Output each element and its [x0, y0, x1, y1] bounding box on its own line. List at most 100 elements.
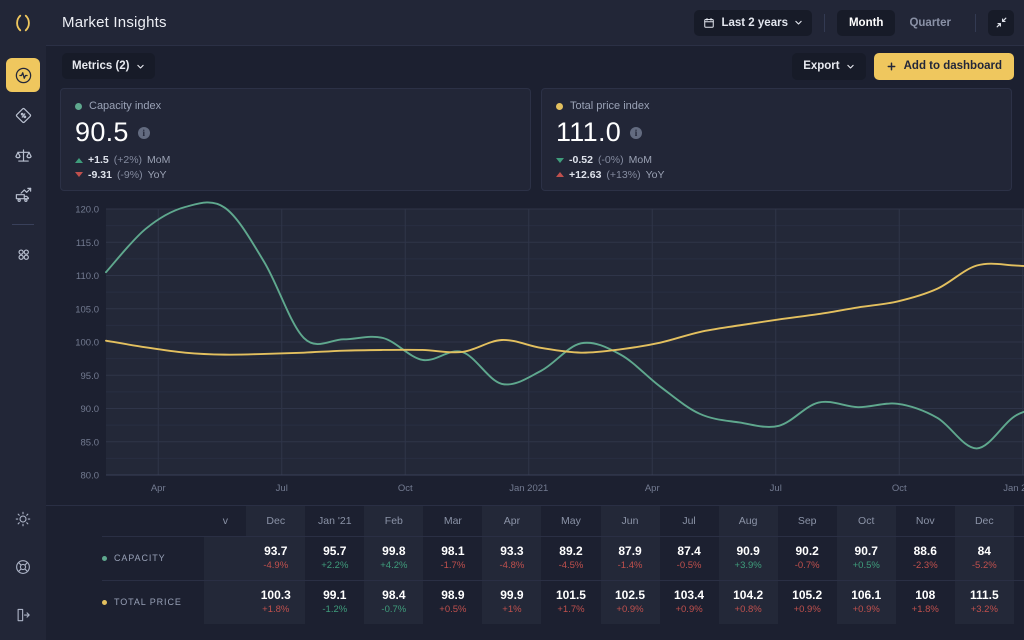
add-to-dashboard-button[interactable]: Add to dashboard — [873, 52, 1014, 80]
life-ring-help-icon — [16, 560, 30, 574]
kpi-value-row: 90.5 i — [75, 117, 516, 148]
table-body: CAPACITY 93.7 -4.9% 95.7 +2.2% 99.8 +4.2% 98.1-… — [102, 536, 1024, 624]
table-cell[interactable]: 90.9 +3.9% — [718, 536, 778, 580]
table-cell[interactable]: 90.2 -0.7% — [778, 536, 837, 580]
table-cell[interactable]: 111.5-0% — [1013, 579, 1024, 624]
delta-pct: (+2%) — [113, 154, 143, 166]
export-button[interactable]: Export — [792, 52, 866, 80]
column-header[interactable]: Aug — [718, 506, 778, 537]
column-header[interactable]: Nov — [895, 506, 955, 537]
date-range-selector[interactable]: Last 2 years — [694, 9, 812, 36]
column-header[interactable]: Jul — [659, 506, 719, 537]
table-cell[interactable]: 89.2 -4.5% — [541, 536, 600, 580]
help-button[interactable] — [6, 550, 40, 584]
granularity-quarter[interactable]: Quarter — [897, 10, 963, 36]
metrics-selector[interactable]: Metrics (2) — [62, 53, 155, 79]
table-cell[interactable]: 93.3 -4.8% — [482, 536, 542, 580]
logout-button[interactable] — [6, 598, 40, 632]
kpi-card-total-price[interactable]: Total price index 111.0 i -0.52 (-0%) Mo… — [541, 88, 1012, 191]
column-header[interactable]: May — [541, 506, 601, 537]
table-cell[interactable]: 90.7 +0.5% — [836, 536, 896, 580]
sidebar-item-commodities[interactable] — [6, 98, 40, 132]
table-cell[interactable]: 100.3 +1.8% — [246, 579, 306, 624]
parentheses-logo[interactable] — [0, 0, 46, 46]
table-cell[interactable]: 101.5 +1.7% — [541, 579, 601, 624]
table-cell[interactable]: 106.1 +0.9% — [836, 579, 896, 624]
info-icon[interactable]: i — [137, 126, 150, 139]
y-axis-tick: 80.0 — [81, 471, 100, 482]
table-cell[interactable]: 98.4 -0.7% — [364, 579, 424, 624]
cell-change: +1.8% — [911, 603, 939, 615]
delta-pct: (-0%) — [597, 154, 624, 166]
cell-change: +0.9% — [675, 603, 703, 615]
add-to-dashboard-label: Add to dashboard — [903, 60, 1002, 72]
sidebar-divider — [12, 224, 34, 225]
collapse-button[interactable] — [988, 9, 1014, 36]
table-cell[interactable]: 88.6 -2.3% — [896, 536, 955, 580]
sidebar-item-freight[interactable] — [6, 178, 40, 212]
sidebar-item-market-insights[interactable] — [6, 58, 40, 92]
y-axis-tick: 120.0 — [75, 205, 99, 216]
table-cell[interactable]: 99.1 -1.2% — [305, 579, 365, 624]
delta-value: -9.31 — [88, 168, 112, 181]
cell-change: -0.7% — [794, 559, 820, 571]
sidebar-item-benchmarks[interactable] — [6, 138, 40, 172]
column-header[interactable]: Apr — [482, 506, 542, 537]
x-axis-tick: Jan 2021 — [509, 483, 548, 494]
kpi-delta-yoy: +12.63 (+13%) YoY — [556, 169, 997, 181]
data-table-container[interactable]: v Dec Jan '21 Feb Mar Apr May Jun Jul Aug Sep Oct No… — [46, 505, 1024, 640]
cell-value: 90.2 — [795, 543, 819, 558]
table-cell[interactable]: 99.8 +4.2% — [364, 536, 424, 580]
table-cell[interactable]: 111.5 +3.2% — [954, 579, 1014, 624]
sidebar-item-apps[interactable] — [6, 237, 40, 271]
table-cell[interactable]: 104.2 +0.8% — [718, 579, 778, 624]
column-header[interactable]: Feb — [364, 506, 424, 537]
table-cell[interactable]: 103.4 +0.9% — [659, 579, 719, 624]
x-axis-tick: Jul — [770, 483, 782, 494]
kpi-card-capacity[interactable]: Capacity index 90.5 i +1.5 (+2%) MoM -9.… — [60, 88, 531, 191]
table-cell[interactable]: 99.9 +1% — [482, 579, 542, 624]
cell-change: +0.9% — [793, 603, 821, 615]
delta-value: +1.5 — [88, 154, 109, 166]
y-axis-tick: 115.0 — [76, 238, 99, 249]
column-header[interactable]: Sep — [777, 506, 837, 537]
table-cell[interactable]: 87.9 -1.4% — [600, 536, 660, 580]
kpi-delta-mom: +1.5 (+2%) MoM — [75, 154, 516, 166]
logout-door-icon — [17, 608, 30, 622]
cell-change: -1.4% — [617, 559, 643, 571]
table-cell[interactable]: 95.7 +2.2% — [305, 536, 364, 580]
column-header[interactable]: Mar — [423, 506, 483, 537]
cell-value: 99.8 — [382, 543, 406, 558]
column-header[interactable]: Oct — [836, 506, 896, 537]
column-header[interactable]: Dec — [246, 506, 306, 537]
cell-change: +0.9% — [852, 603, 880, 615]
column-header-partial[interactable]: v — [204, 506, 247, 537]
granularity-month[interactable]: Month — [836, 9, 896, 36]
delta-period: MoM — [628, 154, 652, 166]
sidebar — [0, 0, 46, 640]
column-header[interactable]: Jun — [600, 506, 660, 537]
table-cell[interactable]: 105.2 +0.9% — [777, 579, 837, 624]
theme-toggle-button[interactable] — [6, 502, 40, 536]
table-cell[interactable]: 98.9 +0.5% — [423, 579, 483, 624]
cell-change: +3.9% — [734, 559, 762, 571]
toolbar-divider-1 — [823, 13, 825, 32]
metrics-toolbar: Metrics (2) Export Add to dashboard — [46, 46, 1024, 86]
table-cell[interactable]: 98.1 -1.7% — [423, 536, 482, 580]
table-cell[interactable]: 93.7 -4.9% — [246, 536, 306, 580]
line-chart[interactable]: 80.0 85.0 90.0 95.0 100.0 105.0 110.0 115.0 120.… — [60, 201, 1024, 501]
calendar-icon — [704, 17, 715, 28]
table-cell[interactable]: 102.5 +0.9% — [600, 579, 660, 624]
column-header[interactable]: Dec — [954, 506, 1014, 537]
app-root: Market Insights Last 2 years Month Quart… — [0, 0, 1024, 640]
kpi-label: Total price index — [570, 100, 650, 112]
column-header[interactable]: Jan '22 — [1013, 506, 1024, 537]
delta-period: MoM — [147, 154, 171, 166]
table-cell[interactable]: 84 -5.2% — [954, 536, 1014, 580]
table-cell[interactable]: 108 +1.8% — [895, 579, 955, 624]
column-header[interactable]: Jan '21 — [305, 506, 365, 537]
info-icon[interactable]: i — [630, 126, 643, 139]
cell-value: 104.2 — [733, 587, 764, 602]
table-cell[interactable]: 87.4 -0.5% — [660, 536, 719, 580]
table-cell[interactable]: 89+5.9% — [1014, 536, 1024, 580]
